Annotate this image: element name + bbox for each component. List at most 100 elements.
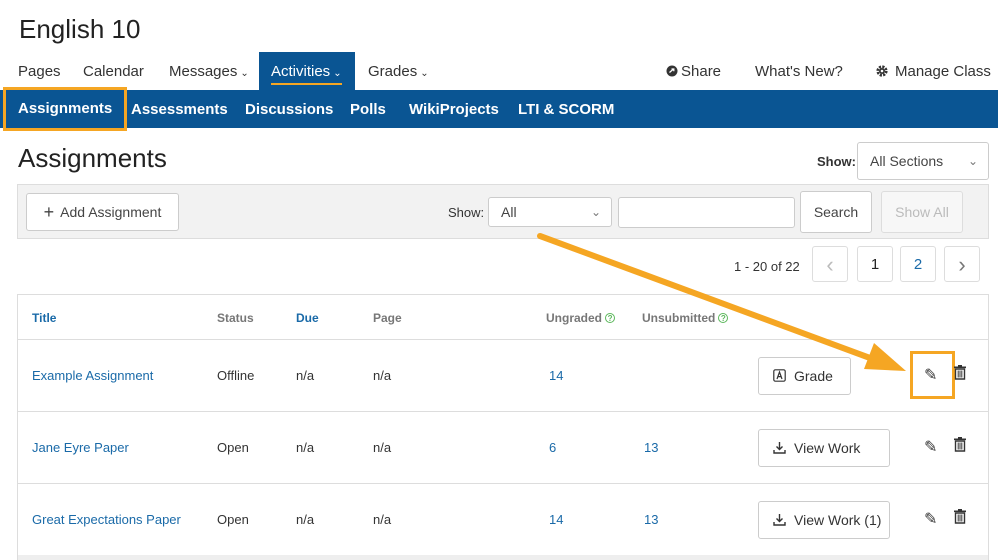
pencil-icon[interactable]: ✎: [924, 365, 937, 385]
tab-polls[interactable]: Polls: [350, 90, 386, 128]
grade-button[interactable]: Grade: [758, 357, 851, 395]
search-button-label: Search: [813, 204, 859, 220]
assignment-page: n/a: [373, 368, 392, 383]
nav-messages-label: Messages: [169, 63, 238, 80]
column-header-ungraded: Ungraded?: [546, 311, 616, 325]
sections-show-label: Show:: [817, 154, 856, 169]
column-header-page: Page: [373, 311, 402, 325]
trash-icon[interactable]: [954, 437, 966, 457]
column-header-unsubmitted: Unsubmitted?: [642, 311, 729, 325]
show-all-button[interactable]: Show All: [881, 191, 963, 233]
assignment-title-link[interactable]: Jane Eyre Paper: [32, 440, 129, 455]
pagination-page-2[interactable]: 2: [900, 246, 936, 282]
table-row: Example Assignment Offline n/a n/a 14 Gr…: [18, 340, 988, 412]
nav-activities-label: Activities ⌄: [271, 63, 342, 85]
tab-discussions-label: Discussions: [245, 101, 334, 118]
help-icon[interactable]: ?: [718, 313, 729, 323]
help-icon[interactable]: ?: [605, 313, 616, 323]
view-work-button[interactable]: View Work (1): [758, 501, 890, 539]
tab-assignments[interactable]: Assignments: [3, 87, 128, 131]
tab-lti-scorm-label: LTI & SCORM: [518, 101, 615, 118]
sections-select[interactable]: All Sections ⌄: [857, 142, 989, 180]
chevron-down-icon: ⌄: [590, 205, 601, 219]
view-work-button-label: View Work (1): [794, 512, 882, 528]
pagination-page-1-label: 1: [870, 256, 880, 273]
nav-activities-text: Activities: [271, 63, 331, 80]
nav-share[interactable]: Share: [666, 52, 721, 90]
table-row: Great Expectations Paper Open n/a n/a 14…: [18, 484, 988, 556]
tab-assessments[interactable]: Assessments: [131, 90, 228, 128]
pagination-page-1[interactable]: 1: [857, 246, 893, 282]
assignment-due: n/a: [296, 440, 315, 455]
assignment-page: n/a: [373, 440, 392, 455]
trash-icon[interactable]: [954, 365, 966, 385]
add-assignment-label: Add Assignment: [60, 204, 162, 220]
download-icon: [773, 442, 786, 454]
filter-select[interactable]: All ⌄: [488, 197, 612, 227]
nav-manage-class[interactable]: Manage Class: [875, 52, 991, 90]
nav-pages-label: Pages: [18, 63, 61, 80]
search-button[interactable]: Search: [800, 191, 872, 233]
tab-polls-label: Polls: [350, 101, 386, 118]
assignment-due: n/a: [296, 368, 315, 383]
search-input[interactable]: [618, 197, 795, 228]
nav-grades-label: Grades: [368, 63, 418, 80]
tab-assessments-label: Assessments: [131, 101, 228, 118]
tab-wikiprojects[interactable]: WikiProjects: [409, 90, 499, 128]
nav-calendar[interactable]: Calendar: [83, 52, 144, 90]
assignment-status: Open: [217, 440, 249, 455]
chevron-right-icon: ›: [958, 252, 966, 277]
nav-grades[interactable]: Grades ⌄: [368, 52, 429, 90]
assignment-status: Open: [217, 512, 249, 527]
pagination-prev-button[interactable]: ‹: [812, 246, 848, 282]
view-work-button[interactable]: View Work: [758, 429, 890, 467]
add-assignment-button[interactable]: + Add Assignment: [26, 193, 179, 231]
nav-whats-new[interactable]: What's New?: [755, 52, 843, 90]
filter-select-value: All: [501, 204, 517, 220]
tab-assignments-label: Assignments: [18, 100, 113, 117]
nav-calendar-label: Calendar: [83, 63, 144, 80]
table-footer: [18, 555, 988, 560]
chevron-down-icon: ⌄: [967, 154, 978, 168]
assignment-ungraded-link[interactable]: 6: [549, 440, 556, 455]
column-header-title[interactable]: Title: [32, 311, 56, 325]
pencil-icon[interactable]: ✎: [924, 437, 937, 457]
assignment-status: Offline: [217, 368, 255, 383]
assignment-ungraded-link[interactable]: 14: [549, 368, 563, 383]
table-header: Title Status Due Page Ungraded? Unsubmit…: [18, 295, 988, 340]
assignment-unsubmitted-link[interactable]: 13: [644, 440, 658, 455]
nav-pages[interactable]: Pages: [18, 52, 61, 90]
chevron-down-icon: ⌄: [333, 68, 342, 79]
assignments-table: Title Status Due Page Ungraded? Unsubmit…: [17, 294, 989, 560]
tab-wikiprojects-label: WikiProjects: [409, 101, 499, 118]
trash-icon[interactable]: [954, 509, 966, 529]
nav-messages[interactable]: Messages ⌄: [169, 52, 249, 90]
assignment-page: n/a: [373, 512, 392, 527]
course-title: English 10: [19, 14, 141, 44]
sections-select-value: All Sections: [870, 153, 944, 169]
assignment-ungraded-link[interactable]: 14: [549, 512, 563, 527]
sub-nav: Assignments Assessments Discussions Poll…: [0, 87, 998, 131]
assignment-title-link[interactable]: Great Expectations Paper: [32, 512, 181, 527]
gear-icon: [876, 65, 888, 77]
assignments-toolbar: + Add Assignment Show: All ⌄ Search Show …: [17, 184, 989, 239]
table-row: Jane Eyre Paper Open n/a n/a 6 13 View W…: [18, 412, 988, 484]
page-title: Assignments: [18, 143, 167, 173]
tab-lti-scorm[interactable]: LTI & SCORM: [518, 90, 614, 128]
nav-manage-class-label: Manage Class: [895, 63, 991, 80]
pagination-page-2-label: 2: [913, 256, 923, 273]
view-work-button-label: View Work: [794, 440, 861, 456]
grade-icon: [773, 369, 786, 382]
assignment-title-link[interactable]: Example Assignment: [32, 368, 153, 383]
nav-activities[interactable]: Activities ⌄: [259, 52, 355, 90]
pencil-icon[interactable]: ✎: [924, 509, 937, 529]
column-header-status: Status: [217, 311, 254, 325]
column-header-unsubmitted-label: Unsubmitted: [642, 311, 716, 325]
column-header-due[interactable]: Due: [296, 311, 319, 325]
filter-show-label: Show:: [448, 205, 485, 220]
top-nav: Pages Calendar Messages ⌄ Activities ⌄ Gra…: [0, 52, 998, 90]
assignment-unsubmitted-link[interactable]: 13: [644, 512, 658, 527]
pagination-next-button[interactable]: ›: [944, 246, 980, 282]
chevron-left-icon: ‹: [826, 252, 834, 277]
tab-discussions[interactable]: Discussions: [245, 90, 333, 128]
